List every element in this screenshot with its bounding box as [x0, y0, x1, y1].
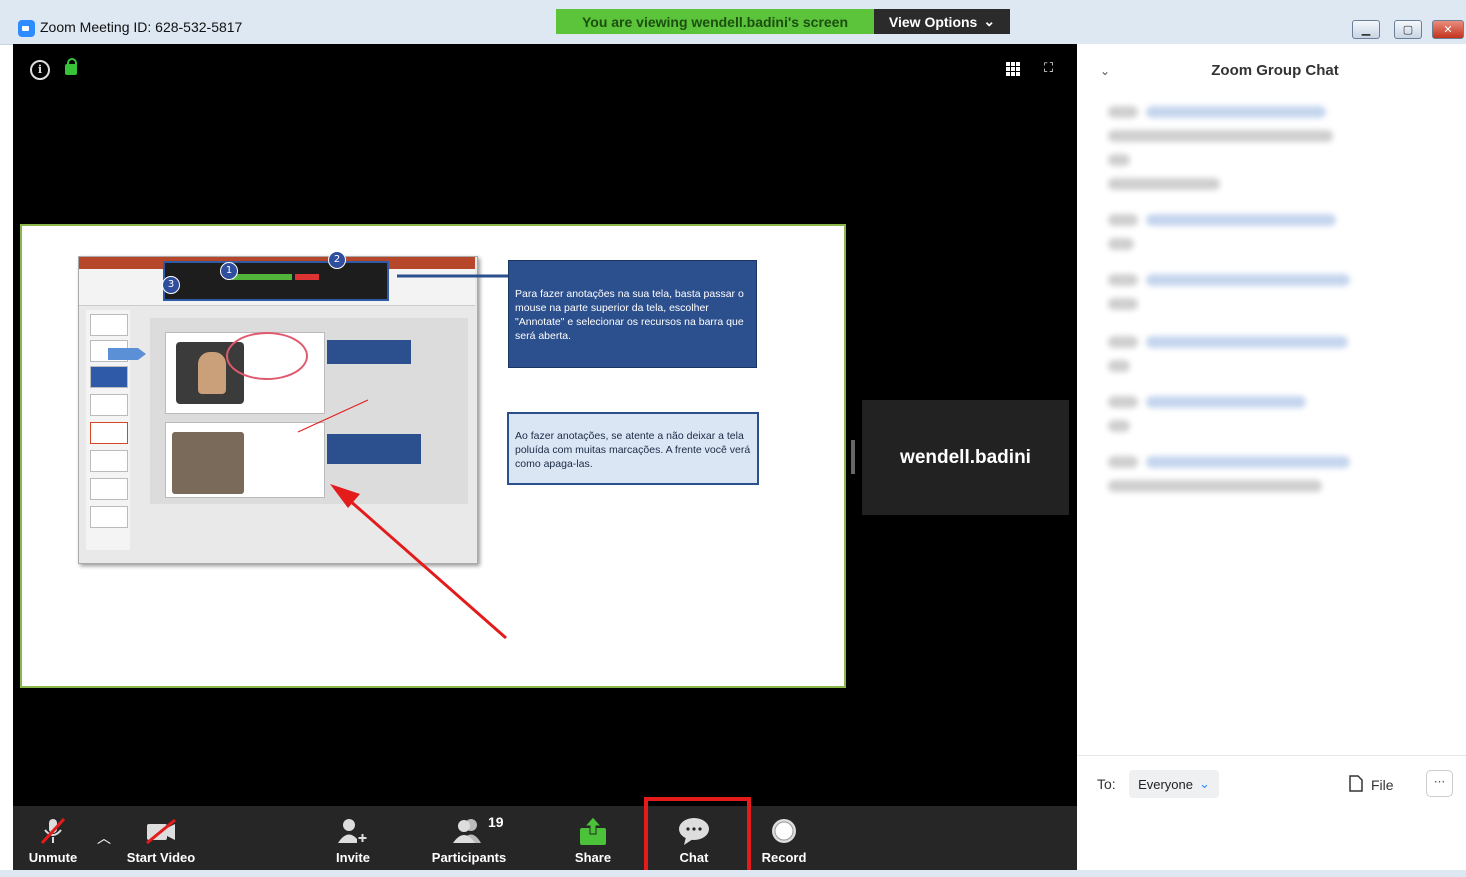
chat-message-blurred [1146, 336, 1348, 348]
chat-message-blurred [1108, 214, 1138, 226]
pointer-arrow [108, 348, 146, 360]
chat-message-blurred [1146, 106, 1326, 118]
chevron-up-icon[interactable]: ︿ [97, 828, 111, 848]
invite-button[interactable]: Invite [320, 806, 386, 870]
more-button[interactable]: ··· [1426, 770, 1453, 797]
file-icon [1349, 775, 1363, 795]
chat-divider [1077, 755, 1466, 756]
chat-message-blurred [1108, 238, 1134, 250]
record-label: Record [761, 850, 807, 865]
splitter-handle[interactable] [851, 440, 855, 474]
invite-label: Invite [336, 850, 370, 865]
to-label: To: [1097, 776, 1116, 792]
red-annotation-arrow [339, 490, 507, 640]
chat-message-blurred [1108, 456, 1138, 468]
chat-message-blurred [1108, 360, 1130, 372]
participants-count: 19 [488, 814, 504, 830]
chat-message-blurred [1108, 480, 1322, 492]
start-video-label: Start Video [126, 850, 196, 865]
chat-message-blurred [1108, 154, 1130, 166]
file-label: File [1371, 777, 1394, 793]
participants-icon [451, 816, 487, 846]
chevron-down-icon[interactable]: ⌄ [1100, 64, 1114, 78]
share-button[interactable]: Share [562, 806, 624, 870]
chat-title: Zoom Group Chat [1211, 62, 1339, 79]
thin-red-line [297, 399, 369, 433]
mic-muted-icon [35, 816, 71, 846]
recipient-value: Everyone [1138, 776, 1193, 792]
presenter-video-tile[interactable]: wendell.badini [862, 400, 1069, 515]
chat-highlight-box [644, 797, 751, 875]
chat-message-blurred [1146, 456, 1350, 468]
file-button[interactable]: File [1349, 774, 1394, 796]
unmute-label: Unmute [28, 850, 78, 865]
slide-note: Para fazer anotações na sua tela, basta … [508, 260, 757, 368]
chat-message-blurred [1108, 336, 1138, 348]
chat-message-blurred [1108, 106, 1138, 118]
chevron-down-icon: ⌄ [1199, 776, 1210, 791]
share-icon [575, 816, 611, 846]
record-icon [766, 816, 802, 846]
chat-message-blurred [1146, 396, 1306, 408]
chat-message-blurred [1108, 420, 1130, 432]
chat-message-blurred [1108, 274, 1138, 286]
chat-message-blurred [1108, 130, 1333, 142]
invite-icon [335, 816, 371, 846]
share-label: Share [574, 850, 612, 865]
participants-label: Participants [431, 850, 507, 865]
start-video-button[interactable]: Start Video [118, 806, 204, 870]
slide-note: Ao fazer anotações, se atente a não deix… [507, 412, 759, 485]
window-bottom-border [0, 870, 1466, 877]
video-off-icon [143, 816, 179, 846]
unmute-button[interactable]: Unmute [20, 806, 86, 870]
chat-message-blurred [1108, 298, 1138, 310]
record-button[interactable]: Record [754, 806, 814, 870]
chat-message-blurred [1146, 214, 1336, 226]
recipient-select[interactable]: Everyone ⌄ [1129, 770, 1219, 798]
chat-message-blurred [1108, 396, 1138, 408]
chat-message-blurred [1146, 274, 1350, 286]
chat-message-blurred [1108, 178, 1220, 190]
